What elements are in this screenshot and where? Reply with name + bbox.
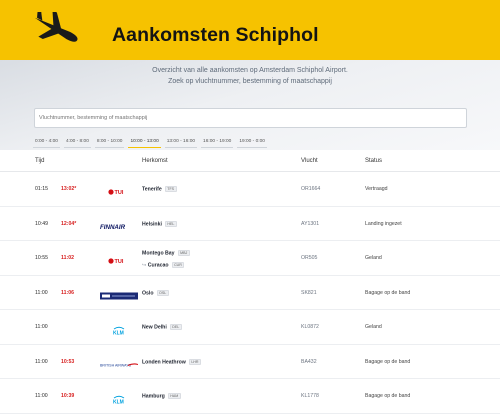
time-slot-tab[interactable]: 4:00 - 8:00: [63, 136, 91, 148]
svg-text:KLM: KLM: [113, 331, 124, 336]
flight-status: Vertraagd: [365, 186, 388, 192]
airport-code-badge: HAM: [167, 393, 181, 399]
column-header-time: Tijd: [35, 158, 45, 164]
origin-city-name: Londen Heathrow: [142, 358, 186, 365]
search-input[interactable]: [34, 108, 467, 128]
flight-status: Bagage op de band: [365, 358, 411, 365]
flight-status: Landing ingezet: [365, 220, 402, 227]
column-header-flight: Vlucht: [301, 158, 318, 164]
actual-time: 10:39: [61, 393, 75, 399]
svg-text:TUI: TUI: [115, 190, 124, 196]
column-header-origin: Herkomst: [142, 158, 168, 164]
table-row[interactable]: 11:00 KLM New Delhi DEL KL0872 Geland: [0, 310, 500, 345]
origin-city: Montego Bay MBJ: [142, 250, 190, 256]
origin-city: Oslo OSL: [142, 289, 169, 296]
sas-logo: [100, 288, 138, 299]
actual-time: 13:02*: [61, 186, 77, 192]
origin-city: Tenerife TFS: [142, 186, 177, 192]
table-row[interactable]: 10:49 12:04* FINNAIR Helsinki HEL AY1301 Landi…: [0, 207, 500, 241]
flight-status: Bagage op de band: [365, 393, 411, 399]
time-slot-tab[interactable]: 16:00 - 19:00: [201, 136, 234, 148]
flight-number: KL1778: [301, 393, 319, 399]
scheduled-time: 11:00: [35, 289, 48, 296]
scheduled-time: 10:49: [35, 220, 48, 227]
flight-number: KL0872: [301, 324, 319, 330]
origin-city: Hamburg HAM: [142, 393, 181, 399]
actual-time: 11:06: [61, 289, 74, 296]
origin-city: Londen Heathrow LHR: [142, 358, 202, 365]
table-row[interactable]: 10:55 11:02 TUI Montego Bay MBJ ↪ Curacao CUR O…: [0, 241, 500, 276]
flight-number: AY1301: [301, 220, 320, 227]
flight-status: Bagage op de band: [365, 289, 411, 296]
time-filter-bar: 0:00 - 4:00 4:00 - 8:00 8:00 - 10:00 10:00 …: [33, 136, 271, 148]
origin-city: New Delhi DEL: [142, 324, 182, 330]
airport-code-badge: DEL: [169, 324, 182, 330]
svg-text:BRITISH AIRWAYS: BRITISH AIRWAYS: [100, 363, 132, 367]
airplane-landing-icon: [34, 12, 78, 42]
origin-city-name: New Delhi: [142, 324, 167, 331]
flight-number: BA432: [301, 358, 317, 365]
time-slot-tab[interactable]: 0:00 - 4:00: [33, 136, 60, 148]
scheduled-time: 01:15: [35, 186, 48, 192]
british-airways-logo: BRITISH AIRWAYS: [100, 357, 139, 367]
table-row[interactable]: 11:00 11:06 Oslo OSL SK821 Bagage op de band: [0, 276, 500, 310]
svg-text:TUI: TUI: [115, 259, 124, 265]
scheduled-time: 11:00: [35, 358, 48, 365]
column-header-status: Status: [365, 158, 383, 164]
time-slot-tab[interactable]: 13:00 - 16:00: [164, 136, 198, 148]
time-slot-tab[interactable]: 19:00 - 0:00: [237, 136, 267, 148]
airport-code-badge: TFS: [164, 186, 177, 192]
klm-logo: KLM: [100, 322, 138, 337]
airport-code-badge: LHR: [188, 358, 202, 365]
scheduled-time: 10:55: [35, 255, 48, 261]
via-city-name: Curacao: [147, 262, 169, 269]
tui-logo: TUI: [100, 253, 138, 265]
scheduled-time: 11:00: [35, 324, 48, 330]
airport-code-badge: HEL: [164, 220, 177, 227]
flight-status: Geland: [365, 324, 382, 330]
origin-city-name: Hamburg: [142, 393, 165, 400]
airport-code-badge: CUR: [171, 262, 185, 268]
table-row[interactable]: 01:15 13:02* TUI Tenerife TFS OR1664 Vertraagd: [0, 172, 500, 207]
klm-logo: KLM: [100, 391, 138, 406]
tui-logo: TUI: [100, 184, 138, 196]
intro-hint: Zoek op vluchtnummer, bestemming of maat…: [168, 78, 332, 85]
table-header: Tijd Herkomst Vlucht Status: [0, 150, 500, 172]
table-row[interactable]: 11:00 10:39 KLM Hamburg HAM KL1778 Bagage op d…: [0, 379, 500, 414]
finnair-logo: FINNAIR: [100, 219, 138, 231]
origin-city-name: Oslo: [142, 289, 154, 296]
actual-time: 11:02: [61, 255, 74, 261]
flight-status: Geland: [365, 255, 382, 261]
flight-number: OR1664: [301, 186, 321, 192]
actual-time: 10:53: [61, 358, 75, 365]
flight-number: OR505: [301, 255, 318, 261]
airport-code-badge: MBJ: [177, 250, 190, 256]
intro-text: Overzicht van alle aankomsten op Amsterd…: [152, 67, 348, 74]
origin-city-name: Tenerife: [142, 186, 162, 193]
header-bar: Aankomsten Schiphol: [0, 0, 500, 60]
origin-city-name: Helsinki: [142, 220, 162, 227]
page-title: Aankomsten Schiphol: [112, 24, 319, 46]
airport-code-badge: OSL: [156, 289, 169, 296]
flight-number: SK821: [301, 289, 317, 296]
time-slot-tab[interactable]: 8:00 - 10:00: [94, 136, 125, 148]
origin-city: Helsinki HEL: [142, 220, 177, 227]
time-slot-tab[interactable]: 10:00 - 13:00: [128, 136, 161, 148]
actual-time: 12:04*: [61, 220, 77, 227]
table-row[interactable]: 11:00 10:53 BRITISH AIRWAYS Londen Heathrow…: [0, 345, 500, 379]
origin-city-name: Montego Bay: [142, 250, 175, 257]
svg-text:KLM: KLM: [113, 400, 124, 405]
via-city: ↪ Curacao CUR: [142, 262, 185, 269]
svg-text:FINNAIR: FINNAIR: [100, 224, 126, 231]
scheduled-time: 11:00: [35, 393, 48, 399]
